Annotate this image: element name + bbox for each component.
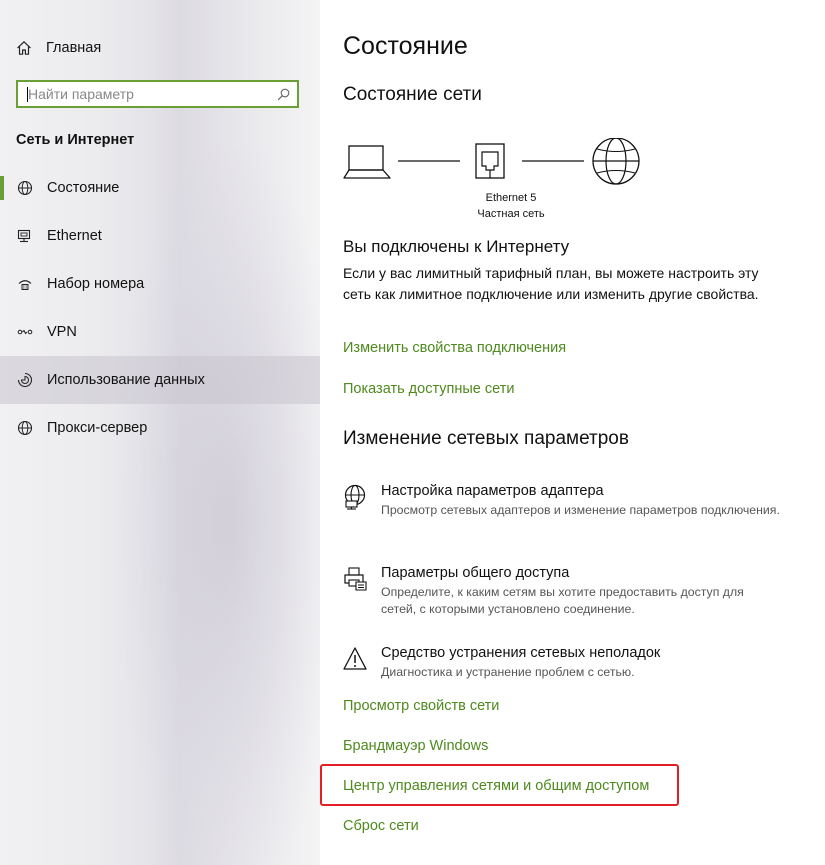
connected-heading: Вы подключены к Интернету (343, 237, 570, 256)
search-input[interactable] (26, 85, 276, 103)
sidebar-item-label: Набор номера (47, 276, 145, 292)
globe-icon (16, 419, 34, 437)
sidebar-item-data-usage[interactable]: Использование данных (0, 356, 320, 404)
option-desc: Просмотр сетевых адаптеров и изменение п… (381, 503, 780, 517)
text-caret (27, 87, 28, 102)
network-sharing-center-link[interactable]: Центр управления сетями и общим доступом (343, 778, 649, 794)
network-type: Частная сеть (477, 208, 545, 220)
ethernet-port-icon (475, 143, 505, 179)
main-content: Состояние Состояние сети Ethernet 5 Част… (320, 0, 825, 865)
network-diagram: Ethernet 5 Частная сеть (342, 137, 642, 228)
sidebar-item-proxy[interactable]: Прокси-сервер (0, 404, 320, 452)
internet-globe-icon (592, 137, 640, 185)
option-desc: Определите, к каким сетям вы хотите пред… (381, 585, 744, 616)
dialup-icon (16, 275, 34, 293)
option-title: Средство устранения сетевых неполадок (381, 645, 661, 661)
adapter-globe-icon (343, 483, 369, 510)
network-diagram-graphic (343, 137, 640, 185)
sidebar-item-label: Ethernet (47, 228, 102, 244)
selection-indicator (0, 176, 4, 200)
sidebar-home-label: Главная (46, 40, 102, 56)
sidebar-item-ethernet[interactable]: Ethernet (0, 212, 320, 260)
sidebar-item-vpn[interactable]: VPN (0, 308, 320, 356)
adapter-options[interactable]: Настройка параметров адаптера Просмотр с… (343, 483, 803, 519)
ethernet-icon (16, 227, 34, 245)
sidebar-item-label: VPN (47, 324, 77, 340)
home-icon (16, 40, 32, 56)
sharing-printer-icon (343, 565, 369, 592)
connected-description: Если у вас лимитный тарифный план, вы мо… (343, 265, 759, 302)
network-troubleshooter[interactable]: Средство устранения сетевых неполадок Ди… (343, 645, 803, 681)
adapter-name: Ethernet 5 (485, 192, 537, 204)
show-available-networks-link[interactable]: Показать доступные сети (343, 381, 514, 397)
search-box[interactable] (16, 80, 299, 108)
sidebar-home-link[interactable]: Главная (16, 38, 101, 58)
globe-icon (16, 179, 34, 197)
sidebar-item-dialup[interactable]: Набор номера (0, 260, 320, 308)
adapter-label: Ethernet 5 Частная сеть (451, 190, 571, 222)
view-network-properties-link[interactable]: Просмотр свойств сети (343, 698, 499, 714)
option-text: Настройка параметров адаптера Просмотр с… (381, 483, 781, 519)
windows-firewall-link[interactable]: Брандмауэр Windows (343, 738, 488, 754)
option-title: Параметры общего доступа (381, 565, 570, 581)
change-settings-title: Изменение сетевых параметров (343, 428, 629, 449)
sidebar-item-label: Состояние (47, 180, 120, 196)
page-title: Состояние (343, 32, 468, 60)
sidebar-item-label: Использование данных (47, 372, 205, 388)
sharing-options[interactable]: Параметры общего доступа Определите, к к… (343, 565, 803, 617)
sidebar-item-label: Прокси-сервер (47, 420, 148, 436)
option-desc: Диагностика и устранение проблем с сетью… (381, 665, 635, 679)
sidebar-section-title: Сеть и Интернет (16, 132, 135, 148)
network-status-title: Состояние сети (343, 84, 482, 105)
warning-icon (343, 645, 369, 672)
change-connection-properties-link[interactable]: Изменить свойства подключения (343, 340, 566, 356)
laptop-icon (343, 145, 391, 179)
network-reset-link[interactable]: Сброс сети (343, 818, 419, 834)
option-text: Средство устранения сетевых неполадок Ди… (381, 645, 781, 681)
data-usage-icon (16, 371, 34, 389)
option-text: Параметры общего доступа Определите, к к… (381, 565, 781, 617)
sidebar-item-status[interactable]: Состояние (0, 164, 320, 212)
sidebar: Главная Сеть и Интернет Состояние Ethern… (0, 0, 320, 865)
vpn-icon (16, 323, 34, 341)
search-icon[interactable] (276, 87, 290, 101)
sidebar-nav: Состояние Ethernet Набор номера VPN Испо… (0, 164, 320, 452)
option-title: Настройка параметров адаптера (381, 483, 604, 499)
